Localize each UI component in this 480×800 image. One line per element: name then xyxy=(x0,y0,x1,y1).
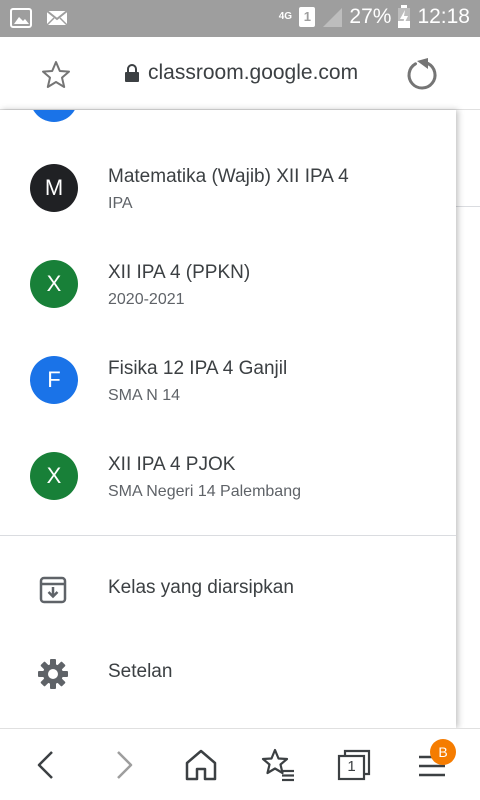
course-title: Matematika (Wajib) XII IPA 4 xyxy=(108,166,349,187)
home-icon[interactable] xyxy=(183,747,219,783)
archived-classes-item[interactable]: Kelas yang diarsipkan xyxy=(0,561,456,617)
course-subtitle: SMA N 14 xyxy=(108,387,181,404)
course-title: XII IPA 4 PJOK xyxy=(108,454,236,475)
signal-icon xyxy=(323,8,343,27)
course-avatar: X xyxy=(30,260,78,308)
lock-icon xyxy=(125,64,139,82)
tab-count: 1 xyxy=(347,758,356,775)
mail-icon xyxy=(46,10,68,26)
navigation-drawer: M Matematika (Wajib) XII IPA 4 IPA X XII… xyxy=(0,110,456,728)
star-icon[interactable] xyxy=(40,59,72,91)
background-page xyxy=(456,110,480,728)
url-text: classroom.google.com xyxy=(148,61,359,84)
image-icon xyxy=(10,8,32,28)
partial-course-avatar[interactable] xyxy=(30,110,78,122)
archived-classes-label: Kelas yang diarsipkan xyxy=(108,577,294,598)
course-avatar: M xyxy=(30,164,78,212)
bookmarks-icon[interactable] xyxy=(260,747,296,783)
sim-indicator: 1 xyxy=(299,7,316,27)
course-avatar: F xyxy=(30,356,78,404)
browser-url-bar: classroom.google.com xyxy=(0,37,480,110)
status-bar: 4G 1 27% 12:18 xyxy=(0,0,480,37)
course-subtitle: IPA xyxy=(108,195,133,212)
course-subtitle: SMA Negeri 14 Palembang xyxy=(108,483,301,500)
tabs-button[interactable]: 1 xyxy=(336,747,372,783)
course-item[interactable]: M Matematika (Wajib) XII IPA 4 IPA xyxy=(0,164,456,260)
settings-label: Setelan xyxy=(108,661,173,682)
battery-percent: 27% xyxy=(349,5,392,28)
gear-icon xyxy=(38,659,68,689)
forward-icon[interactable] xyxy=(106,747,142,783)
back-icon[interactable] xyxy=(28,747,64,783)
archive-icon xyxy=(39,576,67,604)
background-divider xyxy=(456,206,480,207)
course-subtitle: 2020-2021 xyxy=(108,291,185,308)
url-field[interactable]: classroom.google.com xyxy=(124,61,358,85)
browser-bottom-nav: 1 B xyxy=(0,728,480,800)
course-item[interactable]: X XII IPA 4 (PPKN) 2020-2021 xyxy=(0,260,456,356)
menu-badge: B xyxy=(430,739,456,765)
clock: 12:18 xyxy=(417,5,470,28)
course-title: XII IPA 4 (PPKN) xyxy=(108,262,251,283)
course-avatar: X xyxy=(30,452,78,500)
settings-item[interactable]: Setelan xyxy=(0,645,456,701)
drawer-divider xyxy=(0,535,456,536)
course-item[interactable]: F Fisika 12 IPA 4 Ganjil SMA N 14 xyxy=(0,356,456,452)
course-item[interactable]: X XII IPA 4 PJOK SMA Negeri 14 Palembang xyxy=(0,452,456,548)
battery-charging-icon xyxy=(398,5,411,28)
reload-icon[interactable] xyxy=(404,57,440,93)
course-title: Fisika 12 IPA 4 Ganjil xyxy=(108,358,288,379)
network-type: 4G xyxy=(278,11,293,22)
